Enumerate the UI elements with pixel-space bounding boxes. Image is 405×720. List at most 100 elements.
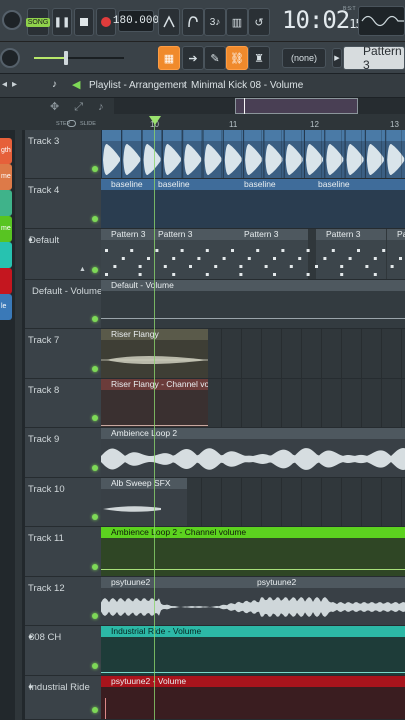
lane-track-3[interactable] xyxy=(101,130,405,179)
song-mode-button[interactable]: SONG xyxy=(25,8,51,36)
metronome-button[interactable] xyxy=(158,8,180,36)
speaker-icon[interactable]: ♪ xyxy=(52,79,57,90)
track-led[interactable] xyxy=(92,267,98,273)
mixer-button[interactable]: ♜ xyxy=(248,46,270,70)
breadcrumb-view[interactable]: Playlist - Arrangement xyxy=(89,80,187,91)
track-led[interactable] xyxy=(92,707,98,713)
sidebar-tab-2[interactable]: me xyxy=(0,164,12,190)
sidebar-tab-6[interactable] xyxy=(0,268,12,294)
track-header-8[interactable]: Track 8 xyxy=(25,379,101,428)
time-unit-label: B:S:T xyxy=(343,6,356,12)
lane-track-12[interactable]: psytuune2 psytuune2 xyxy=(101,577,405,626)
stop-button[interactable] xyxy=(74,8,94,36)
sidebar-tab-5[interactable] xyxy=(0,242,12,268)
track-header-default-volume[interactable]: Default - Volume xyxy=(25,280,102,329)
lane-track-4[interactable]: baseline baseline baseline baseline xyxy=(101,179,405,229)
lane-default[interactable]: Pattern 3 Pattern 3 Pattern 3 Pattern 3 … xyxy=(101,229,405,280)
lane-industrial-ride[interactable]: psytuune2 - Volume xyxy=(101,676,405,720)
clip-baseline-4[interactable]: baseline xyxy=(308,179,405,228)
pattern-note xyxy=(306,273,310,276)
clip-ambience-volume[interactable]: Ambience Loop 2 - Channel volume xyxy=(101,527,405,576)
clip-ambience-loop[interactable]: Ambience Loop 2 xyxy=(101,428,405,477)
track-header-11[interactable]: Track 11 xyxy=(25,527,101,577)
song-mode-label: SONG xyxy=(25,17,51,27)
lane-track-9[interactable]: Ambience Loop 2 xyxy=(101,428,405,478)
arrow-right-icon: ➔ xyxy=(188,52,198,65)
track-header-808[interactable]: 808 CH xyxy=(25,626,101,676)
pattern-note xyxy=(264,265,268,268)
track-name: Track 12 xyxy=(28,583,65,594)
track-led[interactable] xyxy=(92,166,98,172)
sidebar-tab-7[interactable]: le xyxy=(0,294,12,320)
track-header-10[interactable]: Track 10 xyxy=(25,478,101,527)
master-volume-knob[interactable] xyxy=(2,10,22,30)
lane-track-7[interactable]: Riser Flangy xyxy=(101,329,405,379)
wait-input-button[interactable] xyxy=(182,8,204,36)
scroll-left-icon[interactable]: ◂ xyxy=(2,79,7,90)
sidebar-tab-4[interactable]: me xyxy=(0,216,12,242)
lane-track-10[interactable]: Alb Sweep SFX xyxy=(101,478,405,527)
track-header-default[interactable]: Default ▲ xyxy=(25,229,101,280)
play-button[interactable]: ❚❚ xyxy=(52,8,72,36)
tempo-display[interactable]: 180.000 xyxy=(113,10,159,32)
track-led[interactable] xyxy=(92,465,98,471)
clip-industrial-ride-volume[interactable]: Industrial Ride - Volume xyxy=(101,626,405,675)
track-led[interactable] xyxy=(92,663,98,669)
countdown-icon: 3♪ xyxy=(209,16,221,28)
loop-record-button[interactable]: ↺ xyxy=(248,8,270,36)
clip-sweep-sfx[interactable]: Alb Sweep SFX xyxy=(101,478,187,526)
track-header-7[interactable]: Track 7 xyxy=(25,329,101,379)
clip-baseline-1[interactable]: baseline xyxy=(101,179,148,228)
lane-808-ch[interactable]: Industrial Ride - Volume xyxy=(101,626,405,676)
breadcrumb-clip[interactable]: Minimal Kick 08 - Volume xyxy=(191,80,303,91)
master-volume-slider[interactable] xyxy=(34,51,124,65)
pattern-select[interactable]: Pattern 3 xyxy=(343,44,405,72)
overview-viewport[interactable] xyxy=(235,98,358,114)
clip-psytuune-volume[interactable]: psytuune2 - Volume xyxy=(101,676,405,719)
track-header-4[interactable]: Track 4 xyxy=(25,179,101,229)
pattern-note xyxy=(331,249,335,252)
link-tool-button[interactable]: ⛓ xyxy=(226,46,248,70)
timeline-ruler[interactable]: ✥ ⤢ ♪ STEP SLIDE xyxy=(0,98,405,130)
pattern-note xyxy=(163,265,167,268)
track-led[interactable] xyxy=(92,216,98,222)
track-led[interactable] xyxy=(92,514,98,520)
audio-icon[interactable]: ◀ xyxy=(72,78,80,91)
snap-select[interactable]: (none) xyxy=(282,48,326,68)
clip-baseline-3[interactable]: baseline xyxy=(234,179,308,228)
countdown-button[interactable]: 3♪ xyxy=(204,8,226,36)
slide-label: SLIDE xyxy=(80,121,96,127)
resize-triangle-icon[interactable]: ▲ xyxy=(79,266,86,273)
clip-baseline-2[interactable]: baseline xyxy=(148,179,234,228)
transport-toolbar: SONG ❚❚ 180.000 3♪ ▥ ↺ 10:0215 B:S:T xyxy=(0,0,405,42)
arrow-tool-button[interactable]: ➔ xyxy=(182,46,204,70)
clip-title: Ambience Loop 2 xyxy=(101,428,405,439)
sidebar-tab-3[interactable] xyxy=(0,190,12,216)
pattern-prev-button[interactable]: ▶ xyxy=(332,48,342,68)
track-led[interactable] xyxy=(92,316,98,322)
sidebar-tab-1[interactable]: gth xyxy=(0,138,12,164)
step-edit-button[interactable]: ▥ xyxy=(226,8,248,36)
master-pitch-knob[interactable] xyxy=(0,48,20,68)
track-led[interactable] xyxy=(92,415,98,421)
sidebar-scrollbar[interactable] xyxy=(15,130,22,720)
slide-toggle-icon[interactable] xyxy=(67,120,76,127)
menu-icon[interactable]: ▸ xyxy=(12,79,17,90)
clip-default-volume[interactable]: Default - Volume xyxy=(101,280,405,328)
pencil-tool-button[interactable]: ✎ xyxy=(204,46,226,70)
track-header-12[interactable]: Track 12 xyxy=(25,577,101,626)
track-header-3[interactable]: Track 3 xyxy=(25,130,101,179)
playhead-marker[interactable] xyxy=(149,116,161,125)
lane-track-8[interactable]: Riser Flangy - Channel volume xyxy=(101,379,405,428)
arrangement-overview[interactable] xyxy=(114,98,405,114)
track-led[interactable] xyxy=(92,613,98,619)
track-led[interactable] xyxy=(92,366,98,372)
lane-default-volume[interactable]: Default - Volume xyxy=(101,280,405,329)
track-header-9[interactable]: Track 9 xyxy=(25,428,101,478)
lane-track-11[interactable]: Ambience Loop 2 - Channel volume xyxy=(101,527,405,577)
piano-roll-button[interactable]: ▦ xyxy=(158,46,180,70)
track-name: Track 10 xyxy=(28,484,65,495)
slider-handle[interactable] xyxy=(64,51,68,65)
track-header-industrial-ride[interactable]: Industrial Ride xyxy=(25,676,101,720)
track-led[interactable] xyxy=(92,564,98,570)
